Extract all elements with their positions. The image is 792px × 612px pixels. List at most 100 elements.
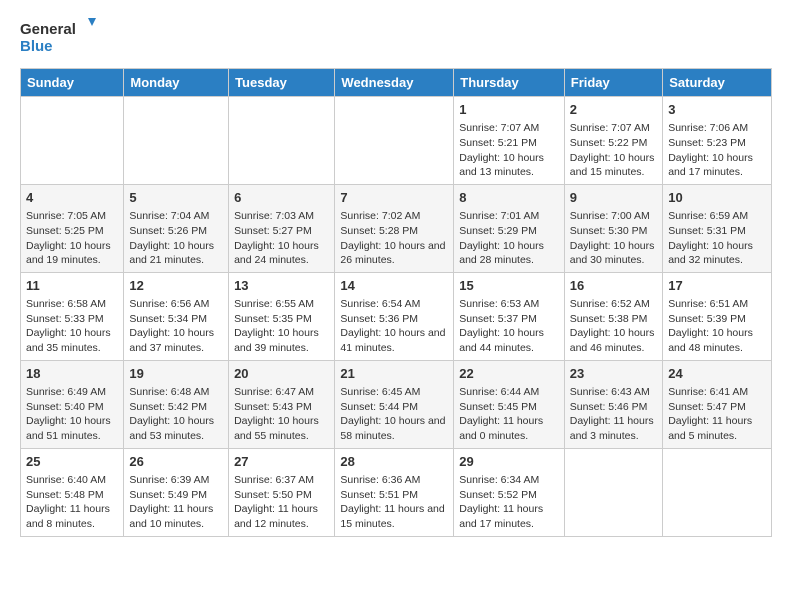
svg-text:Blue: Blue xyxy=(20,38,53,55)
calendar-cell xyxy=(124,97,229,185)
sunset-text: Sunset: 5:33 PM xyxy=(26,312,118,327)
daylight-text: Daylight: 10 hours and 30 minutes. xyxy=(570,239,657,268)
day-number: 21 xyxy=(340,365,448,383)
sunset-text: Sunset: 5:31 PM xyxy=(668,224,766,239)
sunrise-text: Sunrise: 6:52 AM xyxy=(570,297,657,312)
calendar-cell: 26Sunrise: 6:39 AMSunset: 5:49 PMDayligh… xyxy=(124,448,229,536)
sunrise-text: Sunrise: 6:53 AM xyxy=(459,297,559,312)
daylight-text: Daylight: 10 hours and 46 minutes. xyxy=(570,326,657,355)
sunrise-text: Sunrise: 7:04 AM xyxy=(129,209,223,224)
day-number: 6 xyxy=(234,189,329,207)
sunrise-text: Sunrise: 6:58 AM xyxy=(26,297,118,312)
day-number: 26 xyxy=(129,453,223,471)
daylight-text: Daylight: 10 hours and 37 minutes. xyxy=(129,326,223,355)
day-number: 3 xyxy=(668,101,766,119)
daylight-text: Daylight: 11 hours and 8 minutes. xyxy=(26,502,118,531)
sunrise-text: Sunrise: 7:05 AM xyxy=(26,209,118,224)
header-monday: Monday xyxy=(124,69,229,97)
sunrise-text: Sunrise: 7:07 AM xyxy=(459,121,559,136)
daylight-text: Daylight: 10 hours and 41 minutes. xyxy=(340,326,448,355)
daylight-text: Daylight: 10 hours and 24 minutes. xyxy=(234,239,329,268)
sunset-text: Sunset: 5:42 PM xyxy=(129,400,223,415)
sunrise-text: Sunrise: 6:48 AM xyxy=(129,385,223,400)
calendar-cell: 23Sunrise: 6:43 AMSunset: 5:46 PMDayligh… xyxy=(564,360,662,448)
day-number: 16 xyxy=(570,277,657,295)
calendar-week-row: 25Sunrise: 6:40 AMSunset: 5:48 PMDayligh… xyxy=(21,448,772,536)
daylight-text: Daylight: 10 hours and 51 minutes. xyxy=(26,414,118,443)
calendar-cell: 28Sunrise: 6:36 AMSunset: 5:51 PMDayligh… xyxy=(335,448,454,536)
calendar-cell: 1Sunrise: 7:07 AMSunset: 5:21 PMDaylight… xyxy=(454,97,565,185)
calendar-cell xyxy=(229,97,335,185)
daylight-text: Daylight: 10 hours and 35 minutes. xyxy=(26,326,118,355)
daylight-text: Daylight: 10 hours and 44 minutes. xyxy=(459,326,559,355)
day-number: 10 xyxy=(668,189,766,207)
sunrise-text: Sunrise: 6:40 AM xyxy=(26,473,118,488)
calendar-cell xyxy=(663,448,772,536)
day-number: 24 xyxy=(668,365,766,383)
daylight-text: Daylight: 10 hours and 28 minutes. xyxy=(459,239,559,268)
daylight-text: Daylight: 11 hours and 17 minutes. xyxy=(459,502,559,531)
day-number: 18 xyxy=(26,365,118,383)
sunrise-text: Sunrise: 6:47 AM xyxy=(234,385,329,400)
header-sunday: Sunday xyxy=(21,69,124,97)
day-number: 17 xyxy=(668,277,766,295)
sunset-text: Sunset: 5:52 PM xyxy=(459,488,559,503)
calendar-cell: 21Sunrise: 6:45 AMSunset: 5:44 PMDayligh… xyxy=(335,360,454,448)
calendar-cell: 17Sunrise: 6:51 AMSunset: 5:39 PMDayligh… xyxy=(663,272,772,360)
sunset-text: Sunset: 5:44 PM xyxy=(340,400,448,415)
calendar-cell: 29Sunrise: 6:34 AMSunset: 5:52 PMDayligh… xyxy=(454,448,565,536)
daylight-text: Daylight: 11 hours and 0 minutes. xyxy=(459,414,559,443)
calendar-cell: 25Sunrise: 6:40 AMSunset: 5:48 PMDayligh… xyxy=(21,448,124,536)
sunrise-text: Sunrise: 7:00 AM xyxy=(570,209,657,224)
calendar-cell: 11 Sunrise: 6:58 AMSunset: 5:33 PMDayligh… xyxy=(21,272,124,360)
calendar-cell: 3Sunrise: 7:06 AMSunset: 5:23 PMDaylight… xyxy=(663,97,772,185)
sunset-text: Sunset: 5:51 PM xyxy=(340,488,448,503)
day-number: 9 xyxy=(570,189,657,207)
daylight-text: Daylight: 10 hours and 55 minutes. xyxy=(234,414,329,443)
sunrise-text: Sunrise: 6:34 AM xyxy=(459,473,559,488)
sunset-text: Sunset: 5:26 PM xyxy=(129,224,223,239)
daylight-text: Daylight: 11 hours and 15 minutes. xyxy=(340,502,448,531)
daylight-text: Daylight: 11 hours and 5 minutes. xyxy=(668,414,766,443)
sunset-text: Sunset: 5:37 PM xyxy=(459,312,559,327)
sunrise-text: Sunrise: 7:01 AM xyxy=(459,209,559,224)
day-number: 2 xyxy=(570,101,657,119)
page-header: General Blue xyxy=(20,16,772,60)
calendar-cell: 14Sunrise: 6:54 AMSunset: 5:36 PMDayligh… xyxy=(335,272,454,360)
sunrise-text: Sunrise: 6:55 AM xyxy=(234,297,329,312)
sunset-text: Sunset: 5:22 PM xyxy=(570,136,657,151)
sunset-text: Sunset: 5:34 PM xyxy=(129,312,223,327)
day-number: 23 xyxy=(570,365,657,383)
sunrise-text: Sunrise: 6:36 AM xyxy=(340,473,448,488)
header-friday: Friday xyxy=(564,69,662,97)
daylight-text: Daylight: 10 hours and 39 minutes. xyxy=(234,326,329,355)
day-number: 25 xyxy=(26,453,118,471)
sunset-text: Sunset: 5:28 PM xyxy=(340,224,448,239)
day-number: 7 xyxy=(340,189,448,207)
calendar-cell xyxy=(335,97,454,185)
day-number: 20 xyxy=(234,365,329,383)
daylight-text: Daylight: 10 hours and 17 minutes. xyxy=(668,151,766,180)
calendar-cell xyxy=(564,448,662,536)
sunset-text: Sunset: 5:36 PM xyxy=(340,312,448,327)
calendar-cell: 24Sunrise: 6:41 AMSunset: 5:47 PMDayligh… xyxy=(663,360,772,448)
sunrise-text: Sunrise: 6:59 AM xyxy=(668,209,766,224)
calendar-cell: 16Sunrise: 6:52 AMSunset: 5:38 PMDayligh… xyxy=(564,272,662,360)
sunset-text: Sunset: 5:45 PM xyxy=(459,400,559,415)
calendar-cell: 19Sunrise: 6:48 AMSunset: 5:42 PMDayligh… xyxy=(124,360,229,448)
sunset-text: Sunset: 5:29 PM xyxy=(459,224,559,239)
day-number: 14 xyxy=(340,277,448,295)
daylight-text: Daylight: 10 hours and 32 minutes. xyxy=(668,239,766,268)
daylight-text: Daylight: 10 hours and 21 minutes. xyxy=(129,239,223,268)
daylight-text: Daylight: 10 hours and 13 minutes. xyxy=(459,151,559,180)
calendar-cell: 9Sunrise: 7:00 AMSunset: 5:30 PMDaylight… xyxy=(564,184,662,272)
daylight-text: Daylight: 10 hours and 58 minutes. xyxy=(340,414,448,443)
day-number: 11 xyxy=(26,277,118,295)
calendar-cell: 13Sunrise: 6:55 AMSunset: 5:35 PMDayligh… xyxy=(229,272,335,360)
sunrise-text: Sunrise: 6:43 AM xyxy=(570,385,657,400)
header-tuesday: Tuesday xyxy=(229,69,335,97)
sunset-text: Sunset: 5:47 PM xyxy=(668,400,766,415)
calendar-cell: 12Sunrise: 6:56 AMSunset: 5:34 PMDayligh… xyxy=(124,272,229,360)
daylight-text: Daylight: 10 hours and 19 minutes. xyxy=(26,239,118,268)
sunrise-text: Sunrise: 6:56 AM xyxy=(129,297,223,312)
